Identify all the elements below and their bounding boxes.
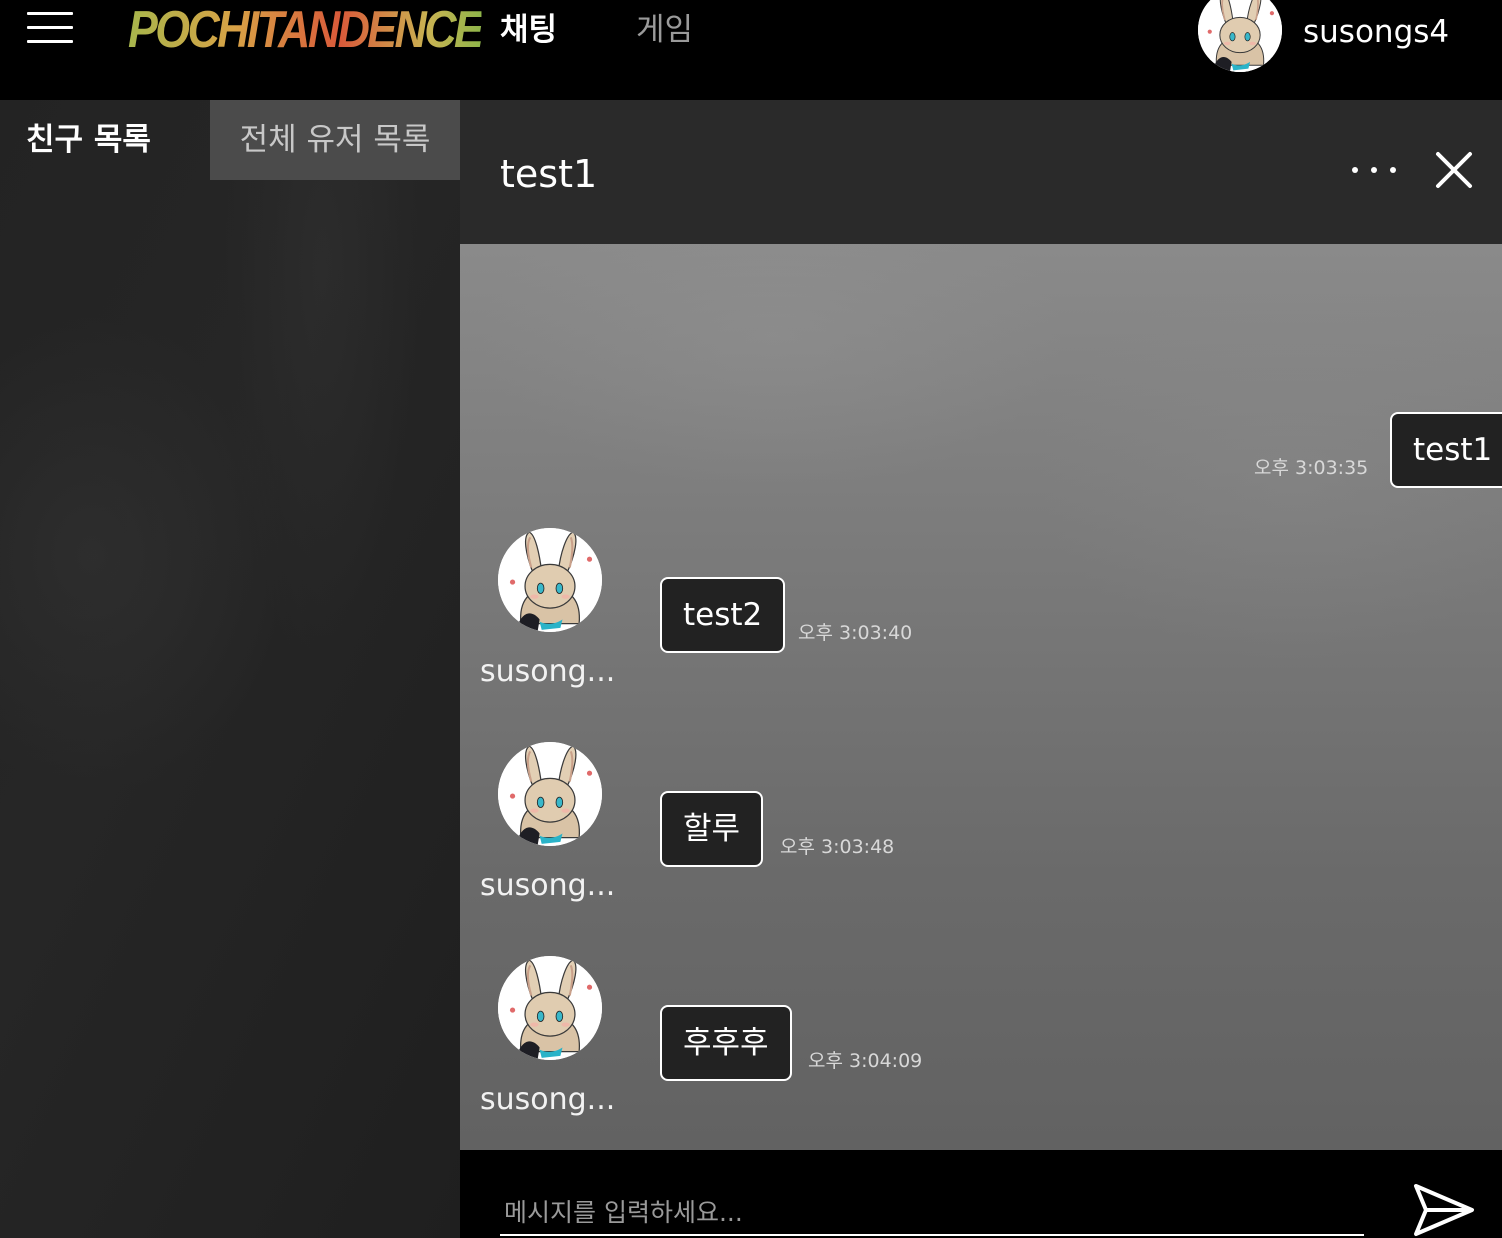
- more-options-icon[interactable]: [1348, 152, 1400, 188]
- friends-sidebar: 친구 목록 전체 유저 목록: [0, 100, 460, 1238]
- tab-friends-list[interactable]: 친구 목록: [0, 100, 210, 180]
- chat-message-list[interactable]: 오후 3:03:35 test1 susong... test2 오후 3:03…: [460, 244, 1502, 1150]
- close-icon[interactable]: [1434, 150, 1474, 190]
- sender-avatar[interactable]: [498, 742, 602, 846]
- tab-all-users-list[interactable]: 전체 유저 목록: [210, 100, 460, 180]
- bunny-avatar-icon: [498, 956, 602, 1060]
- bunny-avatar-icon: [498, 742, 602, 846]
- nav-tab-game[interactable]: 게임: [636, 8, 693, 52]
- message-time: 오후 3:03:48: [780, 836, 895, 858]
- bunny-avatar-icon: [1198, 0, 1282, 72]
- top-bar: POCHITANDENCE 채팅 게임 susongs4: [0, 0, 1502, 100]
- sender-name: susong...: [480, 1082, 616, 1117]
- sender-name: susong...: [480, 654, 616, 689]
- send-arrow-icon: [1414, 1184, 1474, 1236]
- message-bubble: 후후후: [660, 1005, 792, 1081]
- send-icon[interactable]: [1410, 1182, 1478, 1238]
- message-time: 오후 3:03:40: [798, 622, 913, 644]
- user-name[interactable]: susongs4: [1303, 10, 1449, 54]
- message-bubble: 할루: [660, 791, 764, 867]
- chat-header: test1: [460, 100, 1502, 244]
- message-composer: [460, 1150, 1502, 1238]
- message-input[interactable]: [500, 1190, 1364, 1236]
- nav-tab-chat[interactable]: 채팅: [500, 8, 557, 52]
- message-time: 오후 3:03:35: [1254, 457, 1369, 479]
- sender-avatar[interactable]: [498, 528, 602, 632]
- message-bubble: test1: [1390, 412, 1502, 488]
- close-x-icon: [1436, 152, 1472, 188]
- message-time: 오후 3:04:09: [808, 1050, 923, 1072]
- hamburger-menu-icon[interactable]: [27, 12, 73, 44]
- user-avatar[interactable]: [1198, 0, 1282, 72]
- sender-name: susong...: [480, 868, 616, 903]
- bunny-avatar-icon: [498, 528, 602, 632]
- sender-avatar[interactable]: [498, 956, 602, 1060]
- chat-room-title: test1: [500, 152, 598, 196]
- message-bubble: test2: [660, 577, 786, 653]
- app-logo[interactable]: POCHITANDENCE: [128, 0, 484, 60]
